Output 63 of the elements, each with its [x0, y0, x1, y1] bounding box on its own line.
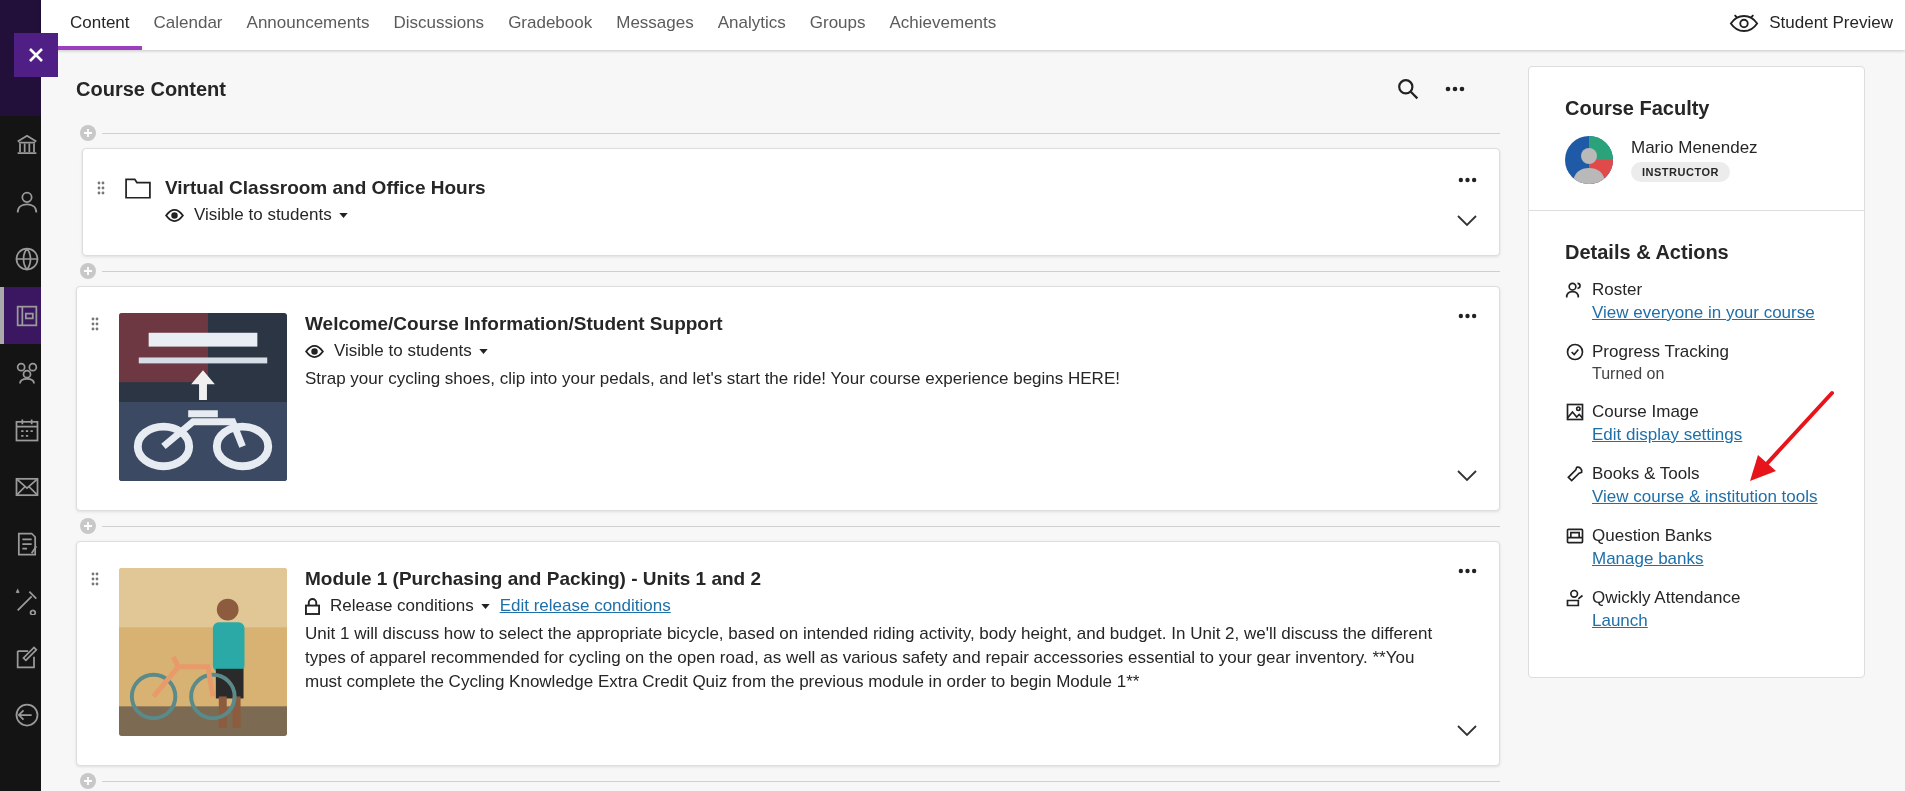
detail-label: Qwickly Attendance [1592, 588, 1741, 608]
detail-link[interactable]: View everyone in your course [1592, 303, 1815, 323]
more-icon[interactable] [1457, 177, 1477, 183]
item-title[interactable]: Module 1 (Purchasing and Packing) - Units 1 and 2 [305, 568, 1443, 590]
search-icon[interactable] [1397, 78, 1419, 100]
chevron-down-icon[interactable] [1457, 215, 1477, 227]
instructor-name[interactable]: Mario Menendez [1631, 138, 1758, 158]
nav-tab[interactable]: Calendar [141, 0, 235, 50]
edit-conditions-link[interactable]: Edit release conditions [499, 596, 671, 616]
nav-tab[interactable]: Analytics [705, 0, 798, 50]
banks-icon [1565, 526, 1585, 546]
nav-tab[interactable]: Discussions [381, 0, 497, 50]
folder-icon [125, 177, 151, 199]
eye-icon [305, 344, 324, 358]
section-title: Course Content [76, 77, 226, 101]
drag-handle-icon[interactable] [91, 572, 99, 586]
more-icon[interactable] [1445, 86, 1465, 92]
image-icon [1565, 402, 1585, 422]
preview-eye-icon [1729, 13, 1760, 33]
detail-link[interactable]: Edit display settings [1592, 425, 1743, 445]
student-preview-button[interactable]: Student Preview [1717, 0, 1905, 50]
detail-label: Progress Tracking [1592, 342, 1729, 362]
item-title[interactable]: Virtual Classroom and Office Hours [165, 177, 1443, 199]
detail-label: Books & Tools [1592, 464, 1701, 484]
detail-label: Course Image [1592, 402, 1700, 422]
detail-link[interactable]: Manage banks [1592, 549, 1712, 569]
detail-label: Roster [1592, 280, 1644, 300]
item-description: Strap your cycling shoes, clip into your pedals, and let's start the ride! Your course experience begins HERE! [305, 368, 1121, 390]
panel-heading: Course Faculty [1565, 97, 1711, 120]
item-title[interactable]: Welcome/Course Information/Student Support [305, 313, 1443, 335]
tools-icon [1565, 464, 1585, 484]
nav-tab[interactable]: Achievements [877, 0, 1009, 50]
visibility-dropdown[interactable]: Visible to students [194, 205, 348, 225]
chevron-down-icon[interactable] [1457, 470, 1477, 482]
nav-tab[interactable]: Messages [604, 0, 706, 50]
attendance-icon [1565, 588, 1585, 608]
detail-link[interactable]: Launch [1592, 611, 1741, 631]
sidebar-item[interactable] [0, 287, 41, 344]
visibility-dropdown[interactable]: Visible to students [334, 341, 488, 361]
nav-tab[interactable]: Content [58, 0, 142, 50]
item-description: Unit 1 will discuss how to select the appropriate bicycle, based on intended riding activity, body height, and budget. In Unit 2, we'll discuss the different types of apparel recommended for cycling on the open road, as well as various safety and repair accessories essential to your gear inventory. **You must complete the Cycling Knowledge Extra Credit Quiz from the previous module in order to begin Module 1** [305, 623, 1434, 693]
role-badge: INSTRUCTOR [1631, 162, 1730, 182]
nav-tab[interactable]: Groups [797, 0, 878, 50]
progress-icon [1565, 342, 1585, 362]
chevron-down-icon[interactable] [1457, 725, 1477, 737]
drag-handle-icon[interactable] [91, 317, 99, 331]
caret-icon [338, 212, 348, 218]
panel-heading: Details & Actions [1565, 241, 1730, 264]
close-button[interactable] [14, 33, 58, 77]
more-icon[interactable] [1457, 313, 1477, 319]
avatar [1565, 136, 1613, 184]
caret-icon [480, 603, 490, 609]
caret-icon [478, 348, 488, 354]
detail-link[interactable]: View course & institution tools [1592, 487, 1818, 507]
detail-value: Turned on [1592, 365, 1666, 383]
detail-label: Question Banks [1592, 526, 1712, 546]
nav-tab[interactable]: Announcements [234, 0, 382, 50]
eye-icon [165, 208, 184, 222]
drag-handle-icon[interactable] [97, 181, 105, 195]
visibility-dropdown[interactable]: Release conditions [330, 596, 490, 616]
more-icon[interactable] [1457, 568, 1477, 574]
lock-icon [305, 597, 320, 615]
nav-tab[interactable]: Gradebook [496, 0, 605, 50]
